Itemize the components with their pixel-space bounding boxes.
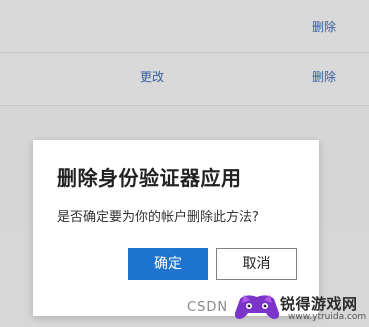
brand-name: 锐得游戏网 bbox=[280, 295, 358, 313]
csdn-watermark: CSDN bbox=[187, 300, 229, 315]
dialog-title: 删除身份验证器应用 bbox=[57, 166, 242, 190]
change-link[interactable]: 更改 bbox=[140, 70, 164, 84]
dialog-message: 是否确定要为你的帐户删除此方法? bbox=[57, 210, 259, 225]
confirm-button[interactable]: 确定 bbox=[128, 248, 208, 280]
brand-watermark: 锐得游戏网 www.ytruida.com bbox=[232, 289, 369, 327]
cancel-button[interactable]: 取消 bbox=[216, 248, 297, 280]
brand-url: www.ytruida.com bbox=[288, 312, 367, 322]
method-row: 删除 bbox=[0, 0, 369, 53]
game-controller-logo-icon bbox=[234, 295, 280, 319]
page-root: 删除 更改 删除 删除身份验证器应用 是否确定要为你的帐户删除此方法? 确定 取… bbox=[0, 0, 369, 327]
delete-link[interactable]: 删除 bbox=[312, 20, 336, 34]
method-row: 更改 删除 bbox=[0, 53, 369, 106]
delete-link[interactable]: 删除 bbox=[312, 70, 336, 84]
